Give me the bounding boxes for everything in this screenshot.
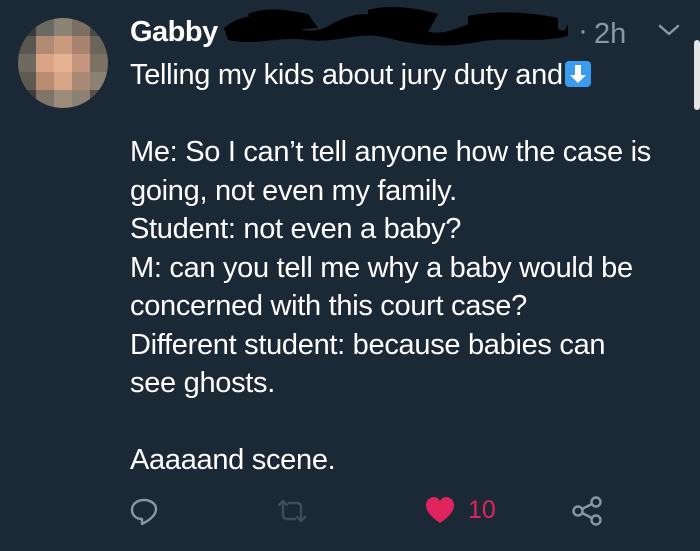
retweet-button[interactable]	[275, 495, 309, 527]
tweet-first-line: Telling my kids about jury duty and	[130, 59, 563, 91]
heart-icon	[426, 497, 454, 523]
tweet-line: Student: not even a baby?	[130, 213, 462, 245]
tweet-text: Telling my kids about jury duty and Me: …	[130, 56, 690, 480]
avatar-pixel	[72, 54, 90, 72]
chevron-down-icon[interactable]	[656, 20, 682, 40]
timestamp[interactable]: 2h	[594, 18, 626, 51]
avatar-pixel	[18, 36, 36, 54]
tweet-line: going, not even my family.	[130, 174, 457, 207]
avatar-pixel	[36, 18, 54, 36]
like-count: 10	[468, 495, 496, 524]
avatar-pixel	[90, 54, 108, 72]
avatar-pixel	[54, 72, 72, 90]
avatar-pixel	[90, 72, 108, 90]
redaction-scribble	[224, 7, 568, 46]
tweet-line: concerned with this court case?	[130, 290, 527, 322]
avatar-pixel	[18, 18, 36, 36]
avatar-pixel	[90, 90, 108, 108]
tweet-line: Me: So I can’t tell anyone how the case …	[130, 136, 651, 168]
like-button[interactable]: 10	[424, 495, 496, 525]
avatar-pixel	[54, 18, 72, 36]
avatar-pixel	[90, 36, 108, 54]
avatar-pixel	[72, 90, 90, 108]
avatar-pixel	[72, 18, 90, 36]
avatar-pixel	[54, 36, 72, 54]
tweet-card[interactable]: Gabby · 2h Telling my kids about jury du…	[0, 0, 700, 551]
avatar-pixel	[72, 36, 90, 54]
avatar-pixel	[54, 90, 72, 108]
tweet-closing: Aaaaand scene.	[130, 444, 336, 476]
share-icon	[572, 496, 602, 526]
avatar-pixel	[90, 18, 108, 36]
tweet-line: Different student: because babies can	[130, 328, 606, 361]
avatar-pixel	[36, 54, 54, 72]
avatar-pixel	[36, 72, 54, 90]
avatar-pixel	[72, 72, 90, 90]
avatar-pixel	[18, 54, 36, 72]
retweet-icon	[277, 499, 307, 523]
reply-button[interactable]	[128, 495, 160, 527]
tweet-line: M: can you tell me why a baby would be	[130, 251, 633, 284]
avatar-pixel	[36, 36, 54, 54]
down-arrow-emoji-icon	[564, 61, 591, 87]
avatar-pixel	[18, 90, 36, 108]
tweet-line: Telling my kids about jury duty and	[130, 56, 690, 95]
tweet-actions: 10	[0, 495, 700, 535]
avatar-pixel	[36, 90, 54, 108]
avatar[interactable]	[18, 18, 108, 108]
author-name[interactable]: Gabby	[130, 16, 218, 49]
tweet-line: see ghosts.	[130, 367, 276, 399]
scrollbar[interactable]	[694, 40, 700, 110]
avatar-pixel	[54, 54, 72, 72]
share-button[interactable]	[570, 495, 604, 527]
separator-dot: ·	[578, 14, 588, 47]
reply-icon	[130, 498, 158, 526]
avatar-pixel	[18, 72, 36, 90]
